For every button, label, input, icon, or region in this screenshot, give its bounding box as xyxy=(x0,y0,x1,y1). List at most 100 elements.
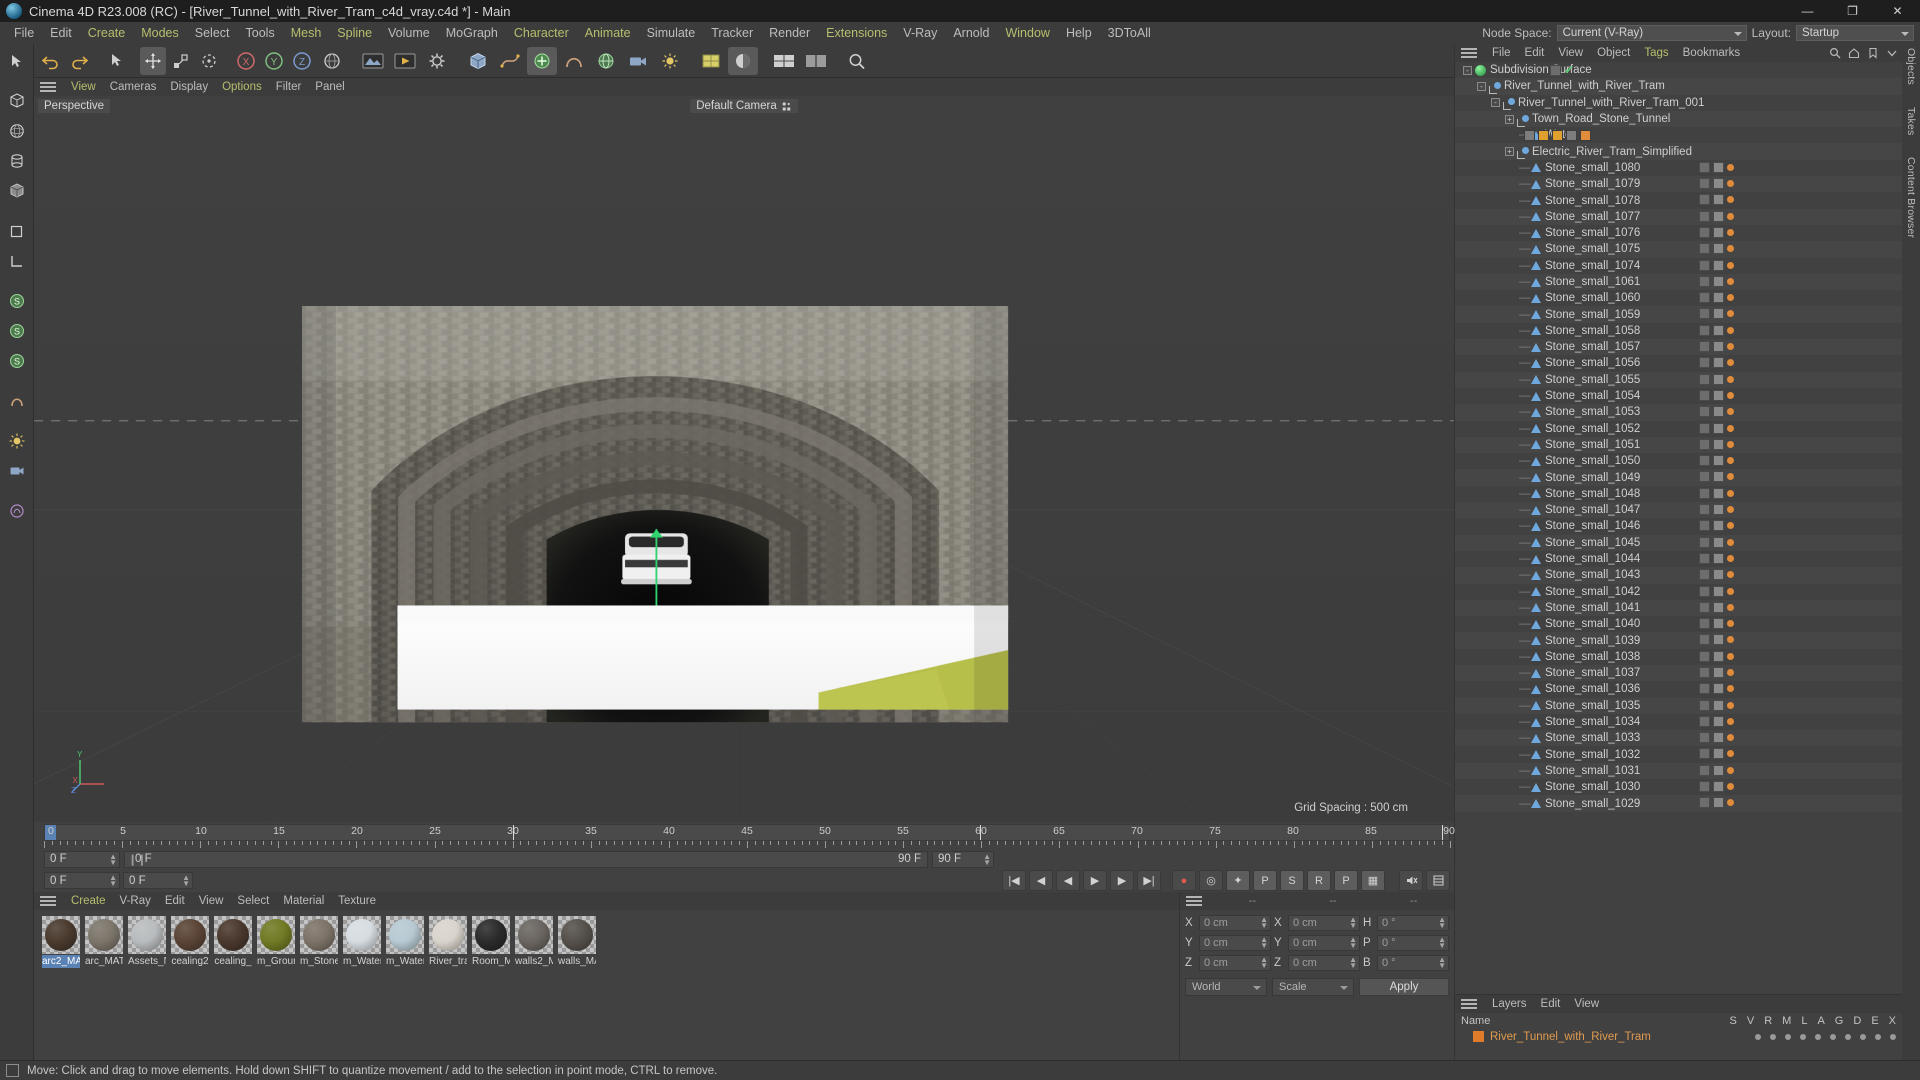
selection-tag-icon[interactable] xyxy=(1727,538,1734,546)
texture-tag-icon[interactable] xyxy=(1699,226,1710,238)
material-preview[interactable] xyxy=(343,916,381,954)
texture-tag-icon[interactable] xyxy=(1699,471,1710,483)
object-row[interactable]: — Stone_small_1049 xyxy=(1455,469,1902,486)
bookmark-add-icon[interactable] xyxy=(1867,47,1879,59)
texture-tag-icon[interactable] xyxy=(1699,552,1710,564)
uv-tag-icon[interactable] xyxy=(1713,618,1724,630)
selection-tag-icon[interactable] xyxy=(1727,766,1734,774)
object-row[interactable]: — Stone_small_1059 xyxy=(1455,306,1902,323)
texture-tag-icon[interactable] xyxy=(1699,601,1710,613)
menu-item-render[interactable]: Render xyxy=(761,22,818,44)
texture-tag-icon[interactable] xyxy=(1699,161,1710,173)
layer-column-a[interactable]: A xyxy=(1817,1015,1824,1027)
selection-tag-icon[interactable] xyxy=(1727,603,1734,611)
texture-tag-icon[interactable] xyxy=(1699,487,1710,499)
texture-tag-icon[interactable] xyxy=(1699,455,1710,467)
uv-tag-icon[interactable] xyxy=(1713,764,1724,776)
timeline-range-bar[interactable]: ❙❙ 0 F 90 F xyxy=(124,850,928,868)
preview-end-spinner[interactable]: ▲ ▼ xyxy=(182,874,190,888)
layer-hamburger-icon[interactable] xyxy=(1461,999,1477,1009)
texture-tag-icon[interactable] xyxy=(1699,341,1710,353)
close-button[interactable]: ✕ xyxy=(1875,0,1920,22)
object-row[interactable]: — Stone_small_1077 xyxy=(1455,208,1902,225)
uv-tag-icon[interactable] xyxy=(1713,259,1724,271)
menu-item-panel[interactable]: Panel xyxy=(308,78,351,96)
size-field[interactable]: 0 cm ▲ ▼ xyxy=(1288,935,1360,951)
add-camera-button[interactable] xyxy=(623,47,653,75)
object-row[interactable]: — Stone_small_1034 xyxy=(1455,714,1902,730)
menu-item-v-ray[interactable]: V-Ray xyxy=(895,22,945,44)
object-row[interactable]: — Stone_small_1032 xyxy=(1455,746,1902,762)
layer-column-v[interactable]: V xyxy=(1747,1015,1754,1027)
minimize-button[interactable]: — xyxy=(1785,0,1830,22)
menu-item-file[interactable]: File xyxy=(1485,44,1518,62)
material-item[interactable]: Assets_N xyxy=(128,916,166,968)
layer-toggle-dot[interactable] xyxy=(1755,1033,1761,1040)
material-item[interactable]: m_Water xyxy=(343,916,381,968)
chevron-down-icon[interactable] xyxy=(1886,47,1898,59)
texture-tag-icon[interactable] xyxy=(1699,406,1710,418)
polygon-display-button[interactable] xyxy=(696,47,726,75)
layer-column-x[interactable]: X xyxy=(1889,1015,1896,1027)
menu-item-filter[interactable]: Filter xyxy=(269,78,309,96)
object-row[interactable]: — Stone_small_1051 xyxy=(1455,436,1902,454)
menu-item-simulate[interactable]: Simulate xyxy=(639,22,704,44)
move-tool-button[interactable] xyxy=(140,46,166,75)
selection-tag-icon[interactable] xyxy=(1727,424,1734,432)
selection-tag-icon[interactable] xyxy=(1727,261,1734,269)
viewport-perspective[interactable]: Perspective Default Camera Grid Spacing … xyxy=(34,96,1454,822)
menu-item-material[interactable]: Material xyxy=(276,892,331,910)
material-preview[interactable] xyxy=(300,916,338,954)
menu-item-animate[interactable]: Animate xyxy=(577,22,639,44)
preview-end-field[interactable]: 0 F ▲ ▼ xyxy=(123,872,193,889)
layer-column-s[interactable]: S xyxy=(1730,1015,1737,1027)
uv-tag-icon[interactable] xyxy=(1713,324,1724,336)
uv-tag-icon[interactable] xyxy=(1713,161,1724,173)
uv-tag-icon[interactable] xyxy=(1713,357,1724,369)
visibility-toggle-icon[interactable] xyxy=(1550,64,1561,76)
uv-tag-icon[interactable] xyxy=(1713,243,1724,255)
selection-tag-icon[interactable] xyxy=(1727,294,1734,302)
symmetry-generator-icon[interactable]: S xyxy=(3,317,31,345)
search-icon[interactable] xyxy=(1829,47,1841,59)
material-item[interactable]: m_Grour xyxy=(257,916,295,968)
texture-tag-icon[interactable] xyxy=(1699,618,1710,630)
selection-tag-icon[interactable] xyxy=(1727,668,1734,676)
object-row[interactable]: — Stone_small_1055 xyxy=(1455,371,1902,388)
material-preview[interactable] xyxy=(214,916,252,954)
material-item[interactable]: River_tra xyxy=(429,916,467,968)
position-key-button[interactable]: P xyxy=(1253,870,1277,891)
selection-tag-icon[interactable] xyxy=(1727,277,1734,285)
subdivision-surface-icon[interactable]: S xyxy=(3,287,31,315)
sphere-primitive-icon[interactable] xyxy=(3,117,31,145)
selection-tag-icon[interactable] xyxy=(1727,734,1734,742)
keyframe-selection-button[interactable]: ✦ xyxy=(1226,870,1250,891)
menu-item-texture[interactable]: Texture xyxy=(331,892,383,910)
menu-item-spline[interactable]: Spline xyxy=(329,22,380,44)
material-preview[interactable] xyxy=(128,916,166,954)
texture-tag-icon[interactable] xyxy=(1699,585,1710,597)
object-row[interactable]: — Stone_small_1044 xyxy=(1455,551,1902,567)
layout-split-button[interactable] xyxy=(801,47,831,75)
material-item[interactable]: cealing2 xyxy=(171,916,209,968)
object-row[interactable]: — Stone_small_1041 xyxy=(1455,599,1902,617)
selection-tool-icon[interactable] xyxy=(3,47,31,75)
redo-button[interactable] xyxy=(66,47,92,75)
layer-toggle-dot[interactable] xyxy=(1785,1033,1791,1040)
uv-tag-icon[interactable] xyxy=(1713,569,1724,581)
coordinate-hamburger-icon[interactable] xyxy=(1186,896,1202,906)
texture-tag-icon[interactable] xyxy=(1699,666,1710,678)
material-item[interactable]: arc_MAT xyxy=(85,916,123,968)
object-row[interactable]: — Stone_small_1058 xyxy=(1455,323,1902,339)
object-manager-tree[interactable]: - Subdivision Surface ✔ - River_Tunnel_with_… xyxy=(1455,62,1902,994)
field-spinner[interactable]: ▲ ▼ xyxy=(1349,916,1357,930)
add-cube-object-button[interactable] xyxy=(463,47,493,75)
texture-tag-icon[interactable] xyxy=(1699,715,1710,727)
menu-item-mesh[interactable]: Mesh xyxy=(283,22,330,44)
layer-toggle-dot[interactable] xyxy=(1815,1033,1821,1040)
uv-tag-icon[interactable] xyxy=(1713,715,1724,727)
object-tag[interactable] xyxy=(1552,129,1563,141)
object-row[interactable]: - Subdivision Surface ✔ xyxy=(1455,62,1902,78)
layer-toggle-dot[interactable] xyxy=(1860,1033,1866,1040)
uv-tag-icon[interactable] xyxy=(1713,666,1724,678)
